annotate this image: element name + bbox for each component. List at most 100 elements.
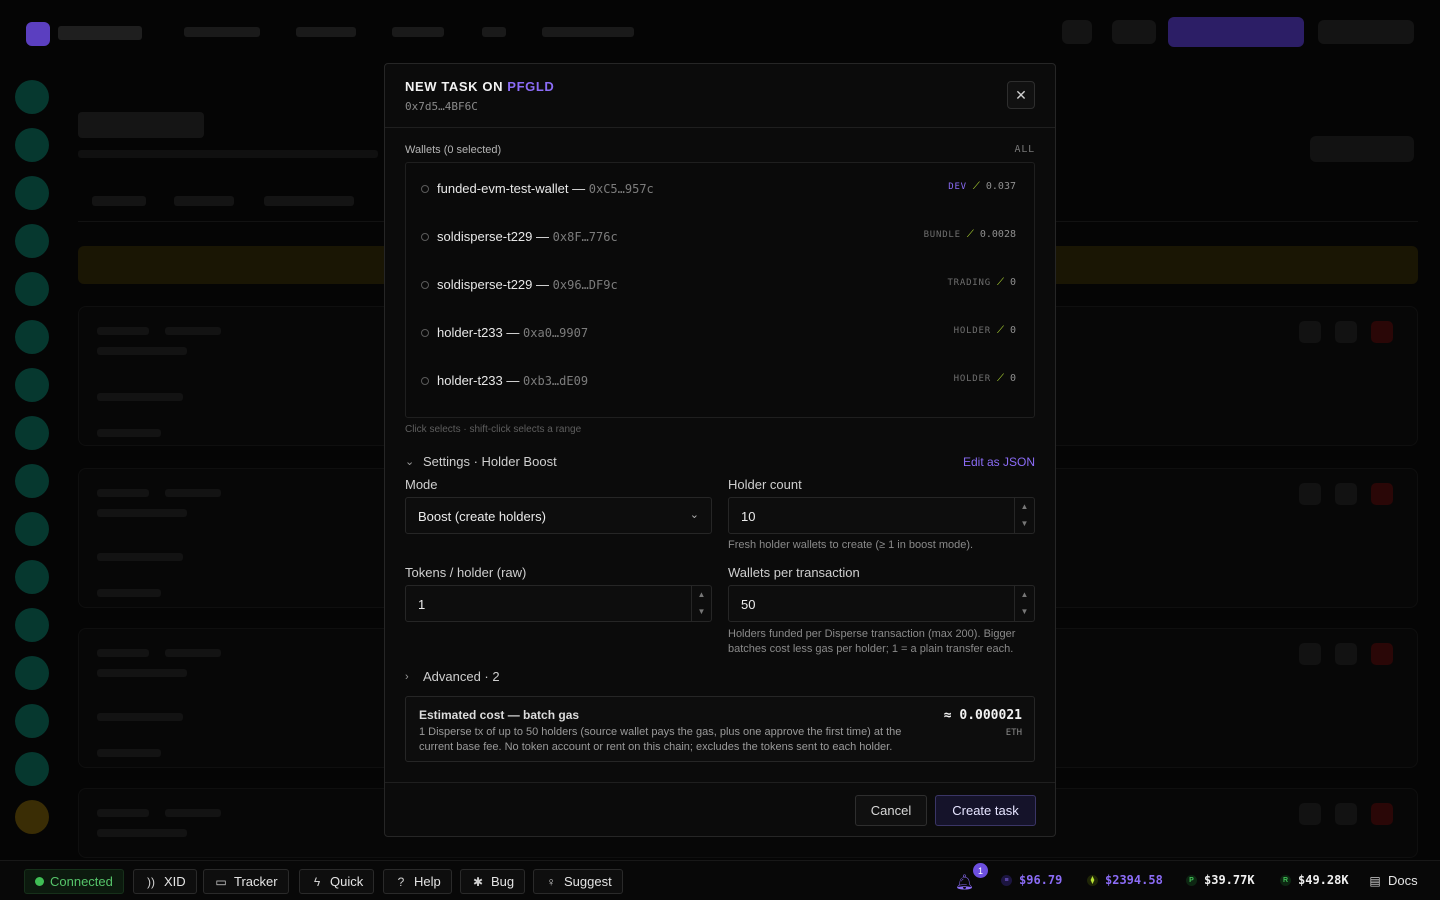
wallet-address: 0xC5…957c <box>588 182 654 196</box>
wallet-meta: DEV ⟋ 0.037 <box>948 181 1016 192</box>
bell-icon: 🔔︎ <box>955 874 975 891</box>
bg-line <box>97 509 187 517</box>
bg-action <box>1371 321 1393 343</box>
chevron-down-icon[interactable]: ▼ <box>1015 603 1034 620</box>
price-ticker[interactable]: P $39.77K <box>1186 873 1255 887</box>
notifications-button[interactable]: 🔔︎ 1 <box>955 863 988 893</box>
advanced-toggle[interactable]: › Advanced · 2 <box>405 669 500 684</box>
chevron-down-icon: ⌄ <box>405 456 415 468</box>
wallet-row[interactable]: funded-evm-test-wallet — 0xC5…957c DEV ⟋… <box>406 164 1034 212</box>
wallet-radio[interactable] <box>421 281 429 289</box>
wallet-row[interactable]: soldisperse-t229 — 0x8F…776c BUNDLE ⟋ 0.… <box>406 212 1034 260</box>
wallet-row[interactable]: holder-t233 — 0xa0…9907 HOLDER ⟋ 0 <box>406 308 1034 356</box>
cost-description: 1 Disperse tx of up to 50 holders (sourc… <box>419 726 902 753</box>
chevron-up-icon[interactable]: ▲ <box>692 586 711 603</box>
connection-status-label: Connected <box>50 874 113 889</box>
wallet-radio[interactable] <box>421 329 429 337</box>
bg-primary-button <box>1168 17 1304 47</box>
settings-toggle[interactable]: ⌄ Settings · Holder Boost <box>405 454 557 469</box>
nav-placeholder <box>392 27 444 37</box>
cost-title: Estimated cost — batch gas <box>419 708 580 722</box>
bg-action <box>1335 643 1357 665</box>
wallet-address: 0x8F…776c <box>552 230 618 244</box>
wallet-row[interactable]: soldisperse-t229 — 0x96…DF9c TRADING ⟋ 0 <box>406 260 1034 308</box>
wallet-radio[interactable] <box>421 233 429 241</box>
chevron-down-icon[interactable]: ▼ <box>692 603 711 620</box>
suggest-button[interactable]: ♀ Suggest <box>533 869 623 894</box>
chevron-down-icon[interactable]: ▼ <box>1015 515 1034 532</box>
wallet-name: holder-t233 — 0xb3…dE09 <box>437 373 588 388</box>
background-topbar <box>0 0 1440 64</box>
wallet-name-text: soldisperse-t229 <box>437 277 533 292</box>
price-value: $39.77K <box>1204 873 1255 887</box>
bg-button <box>1310 136 1414 162</box>
connection-status[interactable]: Connected <box>24 869 124 894</box>
bg-line <box>97 669 187 677</box>
wallet-address: 0xa0…9907 <box>523 326 589 340</box>
edit-as-json-link[interactable]: Edit as JSON <box>963 455 1035 469</box>
bug-icon: ✱ <box>472 874 484 889</box>
cost-unit: ETH <box>1005 728 1022 738</box>
app-logo-icon <box>26 22 50 46</box>
xid-label: XID <box>164 874 186 889</box>
chevron-up-icon[interactable]: ▲ <box>1015 498 1034 515</box>
price-ticker[interactable]: R $49.28K <box>1280 873 1349 887</box>
bg-action <box>1371 803 1393 825</box>
wallet-meta: HOLDER ⟋ 0 <box>954 373 1016 384</box>
price-ticker[interactable]: ⧫ $2394.58 <box>1087 873 1163 887</box>
price-value: $49.28K <box>1298 873 1349 887</box>
modal-title: NEW TASK ON PFGLD <box>405 79 554 94</box>
bg-line <box>97 829 187 837</box>
chevron-up-icon[interactable]: ▲ <box>1015 586 1034 603</box>
docs-label: Docs <box>1388 873 1418 888</box>
docs-link[interactable]: ▤ Docs <box>1368 873 1418 888</box>
quick-button[interactable]: ϟ Quick <box>299 869 375 894</box>
wallet-radio[interactable] <box>421 377 429 385</box>
nav-placeholder <box>296 27 356 37</box>
lightning-icon: ϟ <box>313 874 321 889</box>
wallet-balance: 0 <box>1009 373 1016 384</box>
bg-action <box>1371 643 1393 665</box>
bug-button[interactable]: ✱ Bug <box>460 869 526 894</box>
wallet-balance: 0.037 <box>985 181 1016 192</box>
rail-dot <box>15 800 49 834</box>
help-button[interactable]: ? Help <box>383 869 452 894</box>
quick-label: Quick <box>330 874 364 889</box>
wallets-per-tx-input[interactable]: 50 ▲ ▼ <box>728 585 1035 622</box>
wallet-role-tag: BUNDLE <box>923 229 961 240</box>
rail-dot <box>15 176 49 210</box>
close-button[interactable]: ✕ <box>1007 81 1035 109</box>
bg-page-subtitle <box>78 150 378 158</box>
create-task-button[interactable]: Create task <box>935 795 1036 826</box>
wallet-name-text: holder-t233 <box>437 325 503 340</box>
document-icon: ▤ <box>1369 873 1381 888</box>
wallet-role-tag: TRADING <box>947 277 991 288</box>
rail-dot <box>15 224 49 258</box>
nav-placeholder <box>184 27 260 37</box>
wallet-radio[interactable] <box>421 185 429 193</box>
wallet-address: 0x96…DF9c <box>552 278 618 292</box>
wallet-separator: — <box>536 277 550 292</box>
bug-label: Bug <box>491 874 515 889</box>
wallet-separator: — <box>536 229 550 244</box>
bg-tab <box>264 196 354 206</box>
bg-line <box>97 553 183 561</box>
tracker-button[interactable]: ▭ Tracker <box>203 869 289 894</box>
holder-count-input[interactable]: 10 ▲ ▼ <box>728 497 1035 534</box>
gas-leaf-icon: ⟋ <box>972 181 980 192</box>
select-all-link[interactable]: ALL <box>1015 144 1035 155</box>
tokens-per-holder-input[interactable]: 1 ▲ ▼ <box>405 585 712 622</box>
wallet-meta: TRADING ⟋ 0 <box>947 277 1016 288</box>
wallet-name: soldisperse-t229 — 0x96…DF9c <box>437 277 618 292</box>
price-ticker[interactable]: ≡ $96.79 <box>1001 873 1062 887</box>
bg-line <box>97 809 149 817</box>
mode-select[interactable]: Boost (create holders) ⌄ <box>405 497 712 534</box>
p-coin-icon: P <box>1186 874 1197 886</box>
bg-action <box>1335 483 1357 505</box>
cancel-button[interactable]: Cancel <box>855 795 927 826</box>
holder-count-help: Fresh holder wallets to create (≥ 1 in b… <box>728 539 974 551</box>
bg-line <box>97 327 149 335</box>
xid-button[interactable]: )) XID <box>133 869 197 894</box>
wallet-row[interactable]: holder-t233 — 0xb3…dE09 HOLDER ⟋ 0 <box>406 356 1034 404</box>
price-value: $2394.58 <box>1105 873 1163 887</box>
